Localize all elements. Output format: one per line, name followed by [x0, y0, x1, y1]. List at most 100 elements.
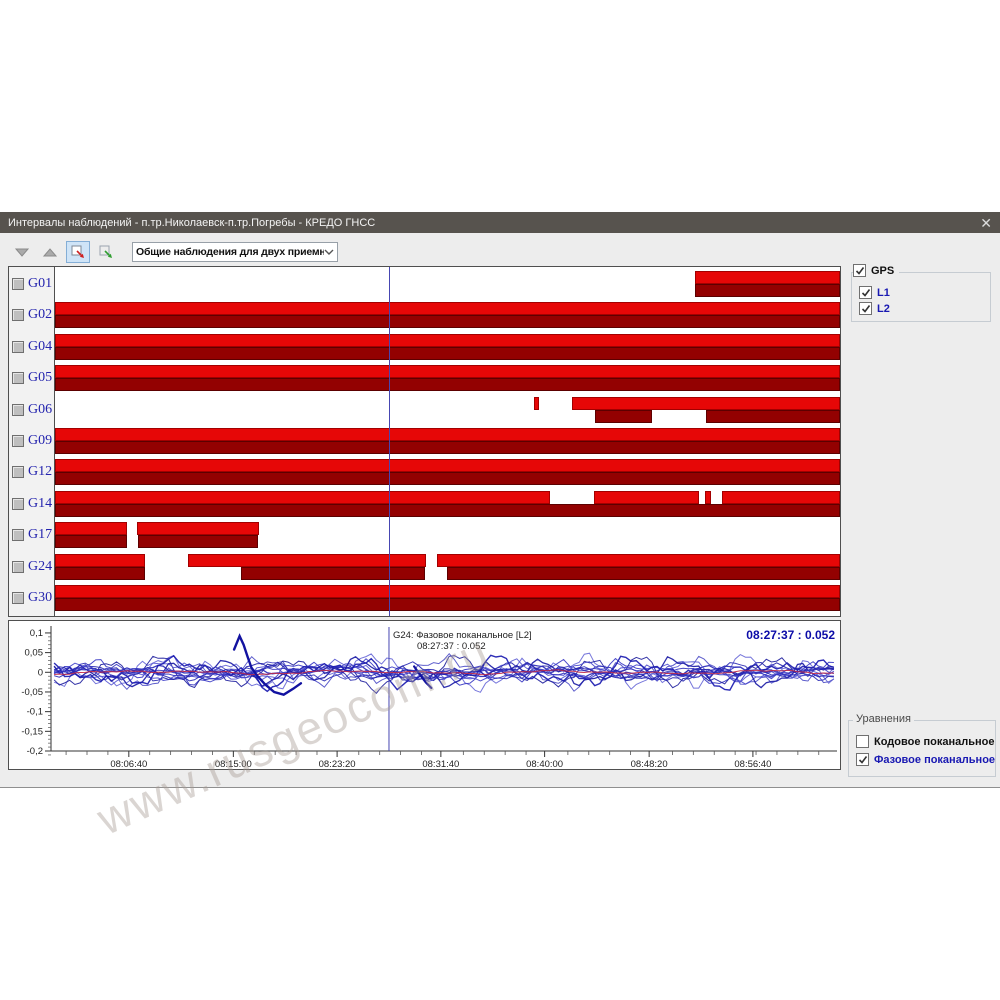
gps-checkbox[interactable] [853, 264, 866, 277]
satellite-row-g09: G09 [12, 428, 52, 454]
satellite-row-g04: G04 [12, 334, 52, 360]
triangle-up-icon [42, 245, 58, 259]
code-equation-label: Кодовое поканальное [874, 736, 994, 748]
code-equation-row[interactable]: Кодовое поканальное [856, 735, 994, 748]
gantt-bar-g02-l1[interactable] [55, 302, 840, 315]
satellite-toggle-square[interactable] [12, 466, 24, 478]
gantt-bar-g30-l2[interactable] [55, 598, 840, 611]
gantt-bar-g12-l2[interactable] [55, 472, 840, 485]
triangle-up-button[interactable] [38, 241, 62, 263]
residual-spike-line [234, 636, 301, 695]
y-tick-label: 0,1 [30, 628, 43, 639]
satellite-row-g12: G12 [12, 459, 52, 485]
gantt-bar-g17-l1[interactable] [137, 522, 259, 535]
gantt-bar-g14-l1[interactable] [55, 491, 550, 504]
gantt-bar-g04-l2[interactable] [55, 347, 840, 360]
window-titlebar[interactable]: Интервалы наблюдений - п.тр.Николаевск-п… [0, 212, 1000, 233]
gantt-bar-g06-l1[interactable] [534, 397, 539, 410]
satellite-toggle-square[interactable] [12, 529, 24, 541]
gantt-bar-g24-l2[interactable] [447, 567, 840, 580]
satellite-toggle-square[interactable] [12, 435, 24, 447]
satellite-toggle-square[interactable] [12, 404, 24, 416]
satellite-label: G05 [28, 370, 52, 386]
screenshot-canvas: { "window": { "title": "Интервалы наблюд… [0, 0, 1000, 1000]
y-tick-label: -0,2 [27, 746, 43, 757]
l1-row[interactable]: L1 [859, 286, 890, 299]
gantt-bar-g06-l1[interactable] [572, 397, 840, 410]
satellite-toggle-square[interactable] [12, 341, 24, 353]
gantt-bar-g24-l2[interactable] [55, 567, 145, 580]
gantt-bar-g14-l1[interactable] [594, 491, 699, 504]
gantt-bar-g17-l1[interactable] [55, 522, 127, 535]
disable-interval-icon [69, 243, 87, 261]
chevron-down-icon [324, 249, 334, 255]
gantt-bar-g12-l1[interactable] [55, 459, 840, 472]
close-button[interactable]: ✕ [966, 216, 992, 230]
triangle-down-button[interactable] [10, 241, 34, 263]
satellite-toggle-square[interactable] [12, 592, 24, 604]
check-icon [861, 288, 871, 298]
gps-row[interactable]: GPS [853, 264, 899, 277]
l2-checkbox[interactable] [859, 302, 872, 315]
satellite-label: G12 [28, 464, 52, 480]
equations-title: Уравнения [853, 713, 914, 725]
gantt-bar-g06-l2[interactable] [706, 410, 840, 423]
x-tick-label: 08:40:00 [526, 759, 563, 769]
satellite-toggle-square[interactable] [12, 309, 24, 321]
toolbar: Общие наблюдения для двух приемников [10, 239, 338, 265]
satellite-label: G30 [28, 590, 52, 606]
gantt-bar-g14-l1[interactable] [705, 491, 711, 504]
phase-equation-row[interactable]: Фазовое поканальное [856, 753, 995, 766]
satellite-label: G04 [28, 339, 52, 355]
phase-equation-label: Фазовое поканальное [874, 754, 995, 766]
y-tick-label: -0,15 [21, 726, 43, 737]
cursor-tooltip-line2: 08:27:37 : 0.052 [417, 641, 486, 652]
gantt-bar-g04-l1[interactable] [55, 334, 840, 347]
gantt-bar-g17-l2[interactable] [138, 535, 257, 548]
observations-mode-dropdown[interactable]: Общие наблюдения для двух приемников [132, 242, 338, 262]
y-tick-label: -0,1 [27, 707, 43, 718]
satellite-toggle-square[interactable] [12, 372, 24, 384]
gantt-bar-g02-l2[interactable] [55, 315, 840, 328]
satellite-row-g24: G24 [12, 554, 52, 580]
dropdown-value: Общие наблюдения для двух приемников [136, 246, 324, 258]
code-equation-checkbox[interactable] [856, 735, 869, 748]
disable-interval-button[interactable] [66, 241, 90, 263]
window-title: Интервалы наблюдений - п.тр.Николаевск-п… [8, 217, 966, 229]
gantt-bar-g14-l2[interactable] [55, 504, 840, 517]
triangle-down-icon [14, 245, 30, 259]
signals-panel: GPS L1 L2 [851, 264, 991, 322]
satellite-toggle-square[interactable] [12, 561, 24, 573]
check-icon [858, 755, 868, 765]
satellite-label: G02 [28, 307, 52, 323]
l1-checkbox[interactable] [859, 286, 872, 299]
gantt-bar-g30-l1[interactable] [55, 585, 840, 598]
gantt-bar-g14-l1[interactable] [722, 491, 840, 504]
gantt-bar-g05-l2[interactable] [55, 378, 840, 391]
gantt-bar-g01-l2[interactable] [695, 284, 840, 297]
gantt-bar-g01-l1[interactable] [695, 271, 840, 284]
gantt-bar-g24-l1[interactable] [55, 554, 145, 567]
gantt-bar-g24-l1[interactable] [437, 554, 840, 567]
gantt-bar-g24-l2[interactable] [241, 567, 425, 580]
gantt-bar-g24-l1[interactable] [188, 554, 427, 567]
gantt-bar-g05-l1[interactable] [55, 365, 840, 378]
app-window: Интервалы наблюдений - п.тр.Николаевск-п… [0, 212, 1000, 788]
x-tick-label: 08:31:40 [422, 759, 459, 769]
enable-interval-button[interactable] [94, 241, 118, 263]
satellite-gutter: G01G02G04G05G06G09G12G14G17G24G30 [9, 267, 55, 616]
gantt-bar-g09-l2[interactable] [55, 441, 840, 454]
l2-row[interactable]: L2 [859, 302, 890, 315]
satellite-label: G06 [28, 402, 52, 418]
gantt-cursor-line[interactable] [389, 267, 390, 616]
satellite-row-g01: G01 [12, 271, 52, 297]
phase-equation-checkbox[interactable] [856, 753, 869, 766]
gantt-bar-g17-l2[interactable] [55, 535, 127, 548]
satellite-toggle-square[interactable] [12, 498, 24, 510]
cursor-tooltip-line1: G24: Фазовое поканальное [L2] [393, 630, 532, 641]
gantt-bar-g06-l2[interactable] [595, 410, 652, 423]
x-tick-label: 08:15:00 [215, 759, 252, 769]
l2-label: L2 [877, 303, 890, 315]
satellite-toggle-square[interactable] [12, 278, 24, 290]
gantt-bar-g09-l1[interactable] [55, 428, 840, 441]
